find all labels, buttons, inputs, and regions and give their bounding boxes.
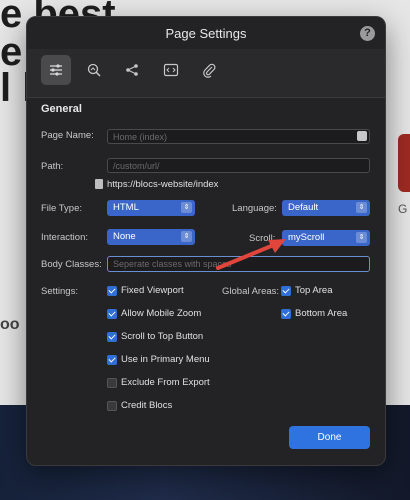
arrow-shaft [216,242,278,270]
annotation-arrow [216,239,286,270]
